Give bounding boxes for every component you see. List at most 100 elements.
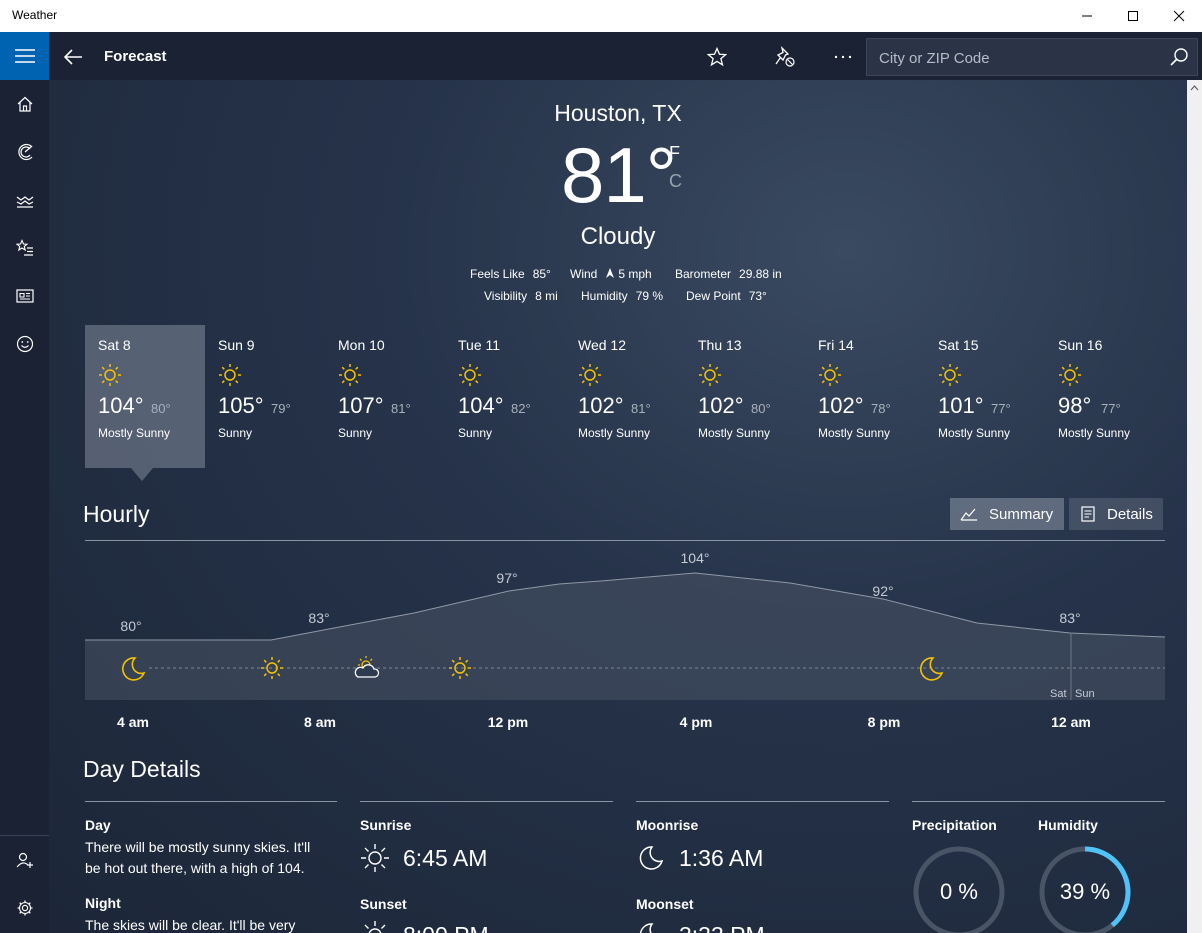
details-divider [912, 801, 1165, 802]
minimize-icon [1082, 15, 1092, 17]
precipitation-label: Precipitation [912, 817, 997, 833]
hamburger-menu-button[interactable] [0, 32, 49, 80]
close-button[interactable] [1156, 0, 1202, 32]
day-forecast-8[interactable]: Sun 16 98° 77° Mostly Sunny [1045, 325, 1165, 468]
news-icon [15, 289, 34, 303]
back-button[interactable] [56, 44, 90, 70]
details-divider [360, 801, 613, 802]
day-forecast-2[interactable]: Mon 10 107° 81° Sunny [325, 325, 445, 468]
pin-icon [775, 46, 795, 67]
day-forecast-4[interactable]: Wed 12 102° 81° Mostly Sunny [565, 325, 685, 468]
day-name: Thu 13 [698, 337, 742, 353]
day-forecast-3[interactable]: Tue 11 104° 82° Sunny [445, 325, 565, 468]
day-condition: Sunny [218, 426, 253, 440]
visibility-stat: Visibility 8 mi [484, 289, 558, 303]
day-details-heading: Day Details [83, 756, 201, 782]
humidity-label: Humidity [1038, 817, 1098, 833]
nav-historical[interactable] [0, 176, 49, 224]
hourly-heading: Hourly [83, 501, 150, 527]
low-temp: 81° [631, 401, 651, 416]
details-toggle-button[interactable]: Details [1069, 498, 1163, 530]
day-forecast-5[interactable]: Thu 13 102° 80° Mostly Sunny [685, 325, 805, 468]
day-condition: Mostly Sunny [578, 426, 651, 440]
day-name: Mon 10 [338, 337, 385, 353]
unit-fahrenheit-toggle[interactable]: F [669, 143, 680, 164]
maximize-button[interactable] [1110, 0, 1156, 32]
moonset-time: 3:33 PM [679, 922, 765, 933]
scrollbar[interactable] [1187, 80, 1202, 933]
sun-icon [938, 363, 962, 392]
maximize-icon [1128, 11, 1138, 21]
selected-day-pointer [131, 468, 153, 481]
barometer-stat: Barometer 29.88 in [675, 267, 782, 281]
day-condition: Mostly Sunny [1058, 426, 1131, 440]
nav-settings[interactable] [0, 884, 49, 932]
day-name: Sat 15 [938, 337, 979, 353]
nav-account[interactable] [0, 836, 49, 884]
high-temp: 104° [98, 393, 144, 418]
humidity-stat: Humidity 79 % [581, 289, 664, 303]
low-temp: 82° [511, 401, 531, 416]
low-temp: 79° [271, 401, 291, 416]
back-arrow-icon [63, 49, 82, 65]
nav-places[interactable] [0, 224, 49, 272]
day-forecast-0[interactable]: Sat 8 104° 80° Mostly Sunny [85, 325, 205, 468]
nav-lifestyle[interactable] [0, 320, 49, 368]
sun-icon [1058, 363, 1082, 392]
summary-toggle-button[interactable]: Summary [950, 498, 1064, 530]
hourly-temp-label: 83° [308, 610, 330, 626]
unit-celsius-toggle[interactable]: C [669, 171, 682, 192]
sun-icon [458, 363, 482, 392]
pin-button[interactable] [769, 42, 801, 72]
hourly-temp-label: 104° [680, 550, 710, 566]
high-temp: 105° [218, 393, 264, 418]
page-title: Forecast [104, 48, 167, 65]
day-forecast-1[interactable]: Sun 9 105° 79° Sunny [205, 325, 325, 468]
moonset-icon [639, 923, 654, 933]
low-temp: 80° [151, 401, 171, 416]
hourly-temp-label: 92° [872, 583, 894, 599]
day-condition: Sunny [338, 426, 373, 440]
scroll-up-icon [1190, 85, 1199, 91]
day-split-after: Sun [1075, 688, 1095, 700]
hamburger-icon [14, 49, 35, 63]
city-name: Houston, TX [554, 100, 682, 126]
nav-maps[interactable] [0, 128, 49, 176]
day-forecast-6[interactable]: Fri 14 102° 78° Mostly Sunny [805, 325, 925, 468]
low-temp: 78° [871, 401, 891, 416]
high-temp: 98° [1058, 393, 1092, 418]
hourly-temp-label: 83° [1059, 610, 1081, 626]
day-forecast-7[interactable]: Sat 15 101° 77° Mostly Sunny [925, 325, 1045, 468]
hour-label: 12 am [1051, 714, 1091, 730]
low-temp: 81° [391, 401, 411, 416]
day-condition: Mostly Sunny [938, 426, 1011, 440]
moonrise-time: 1:36 AM [679, 845, 764, 871]
humidity-value: 39 % [1059, 879, 1111, 904]
dew-point-stat: Dew Point 73° [686, 289, 767, 303]
night-summary-line: The skies will be clear. It'll be very [85, 917, 296, 933]
sun-icon [818, 363, 842, 392]
low-temp: 77° [991, 401, 1011, 416]
hour-label: 4 am [117, 714, 149, 730]
window-title: Weather [12, 8, 58, 22]
star-list-icon [15, 239, 33, 256]
moonrise-icon [639, 846, 664, 870]
low-temp: 80° [751, 401, 771, 416]
search-input[interactable] [867, 39, 1171, 77]
nav-news[interactable] [0, 272, 49, 320]
chart-icon [16, 196, 33, 208]
sun-icon [338, 363, 362, 392]
favorite-button[interactable] [701, 42, 733, 72]
details-divider [636, 801, 889, 802]
line-chart-icon [960, 508, 977, 521]
sunset-icon [364, 921, 386, 933]
more-icon [834, 55, 852, 59]
minimize-button[interactable] [1064, 0, 1110, 32]
details-divider [85, 801, 337, 802]
search-icon[interactable] [1169, 47, 1189, 67]
star-icon [707, 47, 727, 67]
current-temperature: 81° [561, 131, 677, 219]
nav-home[interactable] [0, 80, 49, 128]
day-condition: Mostly Sunny [818, 426, 891, 440]
more-options-button[interactable] [827, 42, 859, 72]
